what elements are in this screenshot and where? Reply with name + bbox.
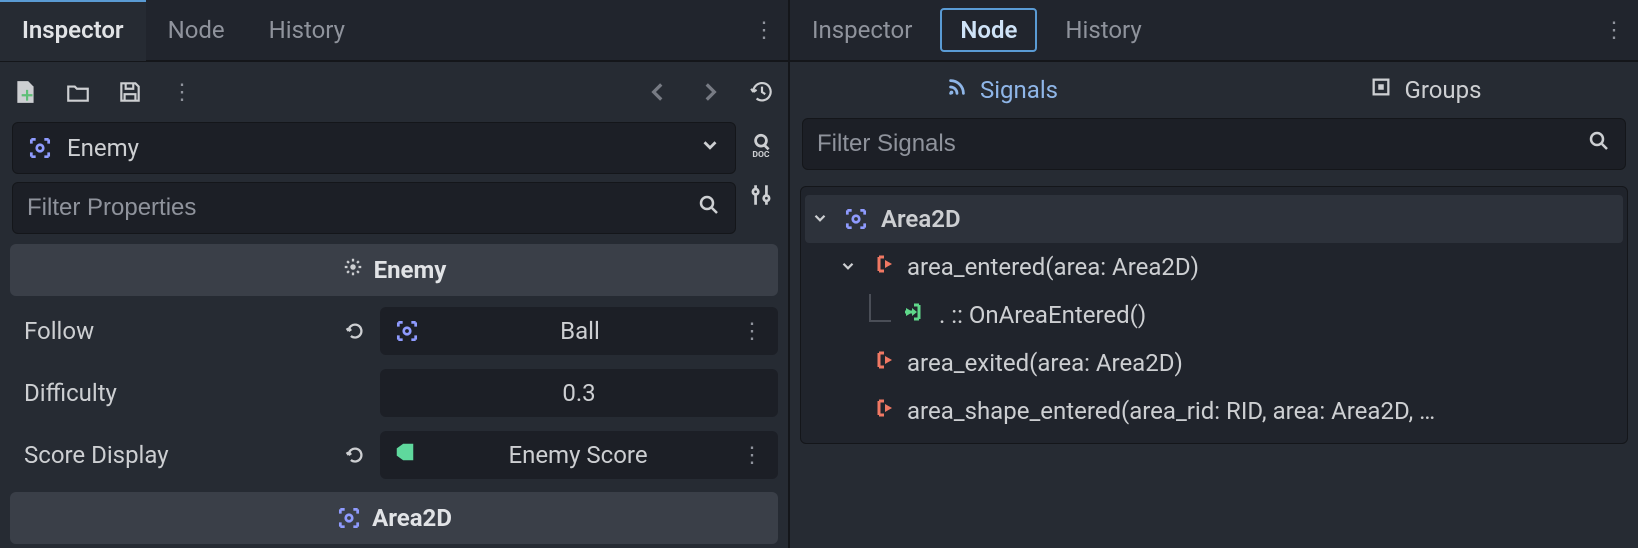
chevron-down-icon [699, 134, 721, 162]
history-icon[interactable] [748, 78, 776, 106]
tab-node[interactable]: Node [146, 0, 247, 61]
dock-tabs: Inspector Node History ⋮ [0, 0, 788, 62]
filter-signals-input[interactable] [817, 130, 1587, 158]
svg-text:DOC: DOC [752, 150, 770, 158]
filter-properties[interactable] [12, 182, 736, 234]
signals-tree: Area2D area_entered(area: Area2D) . :: O… [790, 180, 1638, 548]
tree-elbow [869, 294, 891, 322]
signal-class-name: Area2D [881, 205, 961, 233]
signal-emit-icon [871, 348, 895, 378]
property-label: Difficulty [10, 379, 330, 407]
gear-icon [342, 256, 364, 284]
subtab-signals[interactable]: Signals [790, 76, 1214, 104]
property-value[interactable]: Enemy Score ⋮ [380, 431, 778, 479]
signal-class-row[interactable]: Area2D [805, 195, 1623, 243]
chevron-down-icon [811, 205, 831, 233]
script-section-title: Enemy [374, 256, 447, 284]
tag-icon [394, 441, 416, 469]
chevron-down-icon [839, 253, 859, 281]
subtab-groups[interactable]: Groups [1214, 76, 1638, 104]
signal-emit-icon [871, 396, 895, 426]
groups-icon [1370, 76, 1392, 104]
signals-icon [946, 76, 968, 104]
property-menu-icon[interactable]: ⋮ [740, 443, 764, 468]
property-row-difficulty: Difficulty 0.3 [10, 362, 778, 424]
save-resource-icon[interactable] [116, 78, 144, 106]
node-panel: Inspector Node History ⋮ Signals Groups [790, 0, 1638, 548]
filter-properties-input[interactable] [27, 194, 697, 222]
dock-options-icon[interactable]: ⋮ [1600, 18, 1628, 43]
tab-history[interactable]: History [1043, 0, 1163, 61]
class-section-title: Area2D [372, 504, 452, 532]
connection-target: . :: OnAreaEntered() [939, 301, 1146, 329]
property-list: Enemy Follow Ball ⋮ Difficulty 0.3 [0, 244, 788, 548]
property-value[interactable]: Ball ⋮ [380, 307, 778, 355]
script-section-header[interactable]: Enemy [10, 244, 778, 296]
signal-connect-icon [903, 300, 927, 330]
property-label: Score Display [10, 441, 330, 469]
node2d-icon [843, 206, 869, 232]
node-subtabs: Signals Groups [790, 62, 1638, 118]
inspector-panel: Inspector Node History ⋮ ⋮ [0, 0, 790, 548]
load-resource-icon[interactable] [64, 78, 92, 106]
dock-tabs: Inspector Node History ⋮ [790, 0, 1638, 62]
signal-emit-icon [871, 252, 895, 282]
extra-resource-options-icon[interactable]: ⋮ [168, 80, 196, 105]
inspector-toolbar: ⋮ [0, 62, 788, 122]
property-row-score-display: Score Display Enemy Score ⋮ [10, 424, 778, 486]
search-icon [697, 193, 721, 223]
subtab-label: Signals [980, 76, 1058, 104]
object-selector[interactable]: Enemy [12, 122, 736, 174]
signal-name: area_shape_entered(area_rid: RID, area: … [907, 397, 1435, 425]
search-icon [1587, 129, 1611, 159]
node2d-icon [394, 318, 420, 344]
subtab-label: Groups [1404, 76, 1481, 104]
reset-icon[interactable] [338, 444, 372, 466]
filter-signals[interactable] [802, 118, 1626, 170]
reset-icon[interactable] [338, 320, 372, 342]
dock-options-icon[interactable]: ⋮ [750, 18, 778, 43]
signal-connection-row[interactable]: . :: OnAreaEntered() [805, 291, 1623, 339]
history-back-icon[interactable] [644, 78, 672, 106]
property-label: Follow [10, 317, 330, 345]
tab-inspector[interactable]: Inspector [0, 0, 146, 61]
property-value-text: 0.3 [562, 379, 595, 407]
property-tools-icon[interactable] [746, 182, 776, 234]
signal-name: area_entered(area: Area2D) [907, 253, 1199, 281]
signal-row[interactable]: area_entered(area: Area2D) [805, 243, 1623, 291]
tab-node[interactable]: Node [940, 8, 1037, 52]
property-row-follow: Follow Ball ⋮ [10, 300, 778, 362]
signal-name: area_exited(area: Area2D) [907, 349, 1183, 377]
new-resource-icon[interactable] [12, 78, 40, 106]
property-value[interactable]: 0.3 [380, 369, 778, 417]
object-name: Enemy [67, 134, 139, 162]
tab-history[interactable]: History [247, 0, 367, 61]
property-value-text: Enemy Score [508, 441, 647, 469]
signal-row[interactable]: area_shape_entered(area_rid: RID, area: … [805, 387, 1623, 435]
node2d-icon [336, 505, 362, 531]
property-value-text: Ball [560, 317, 600, 345]
property-menu-icon[interactable]: ⋮ [740, 319, 764, 344]
history-forward-icon[interactable] [696, 78, 724, 106]
signal-row[interactable]: area_exited(area: Area2D) [805, 339, 1623, 387]
tab-inspector[interactable]: Inspector [790, 0, 934, 61]
class-section-header[interactable]: Area2D [10, 492, 778, 544]
node2d-icon [27, 135, 53, 161]
open-docs-icon[interactable]: DOC [746, 132, 776, 164]
